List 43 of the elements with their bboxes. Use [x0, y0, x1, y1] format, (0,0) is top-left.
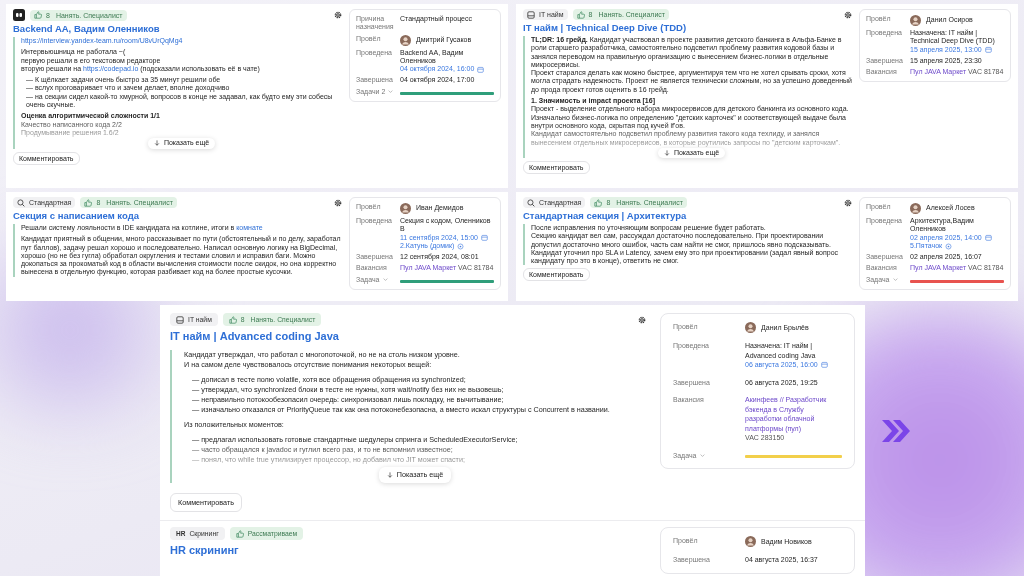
monitor-icon	[176, 315, 184, 324]
pin-icon	[945, 242, 953, 250]
thumbs-up-icon	[576, 10, 585, 19]
thumbs-up-icon	[34, 11, 42, 19]
down-arrow-icon	[663, 150, 670, 156]
interview-title-link[interactable]: HR скрининг	[170, 544, 239, 556]
settings-icon[interactable]	[844, 198, 852, 207]
monitor-icon	[527, 10, 535, 19]
calendar-icon	[984, 234, 992, 242]
avatar-icon	[910, 15, 921, 26]
avatar-icon	[745, 322, 756, 333]
avatar-icon	[400, 34, 411, 46]
thumbs-up-icon	[228, 315, 237, 324]
interview-title-link[interactable]: Стандартная секция | Архитектура	[523, 210, 687, 221]
logo-icon	[13, 9, 25, 21]
chevron-down-icon	[699, 452, 705, 458]
calendar-icon	[820, 361, 828, 369]
settings-icon[interactable]	[334, 11, 342, 19]
interview-title-link[interactable]: Backend AA, Вадим Оленников	[13, 23, 160, 34]
calendar-icon	[481, 234, 488, 242]
thumbs-up-icon	[84, 198, 93, 207]
magnifier-icon	[17, 198, 25, 207]
avatar-icon	[910, 203, 921, 214]
calendar-icon	[984, 46, 992, 54]
settings-icon[interactable]	[638, 315, 646, 324]
interview-title-link[interactable]: IT найм | Advanced coding Java	[170, 330, 339, 342]
double-chevron-icon	[880, 418, 910, 444]
thumbs-up-icon	[594, 198, 603, 207]
settings-icon[interactable]	[334, 198, 342, 207]
interview-title-link[interactable]: Секция с написанием кода	[13, 210, 139, 221]
calendar-icon	[477, 65, 485, 73]
chevron-down-icon	[382, 277, 388, 283]
avatar-icon	[745, 536, 756, 547]
settings-icon[interactable]	[844, 10, 852, 19]
pin-icon	[457, 242, 465, 250]
magnifier-icon	[527, 198, 535, 207]
chevron-down-icon	[892, 277, 898, 283]
interview-title-link[interactable]: IT найм | Technical Deep Dive (TDD)	[523, 22, 687, 33]
chevron-down-icon	[388, 89, 394, 95]
thumbs-up-icon	[235, 529, 244, 538]
avatar-icon	[400, 203, 411, 214]
down-arrow-icon	[386, 472, 393, 478]
down-arrow-icon	[153, 140, 160, 147]
